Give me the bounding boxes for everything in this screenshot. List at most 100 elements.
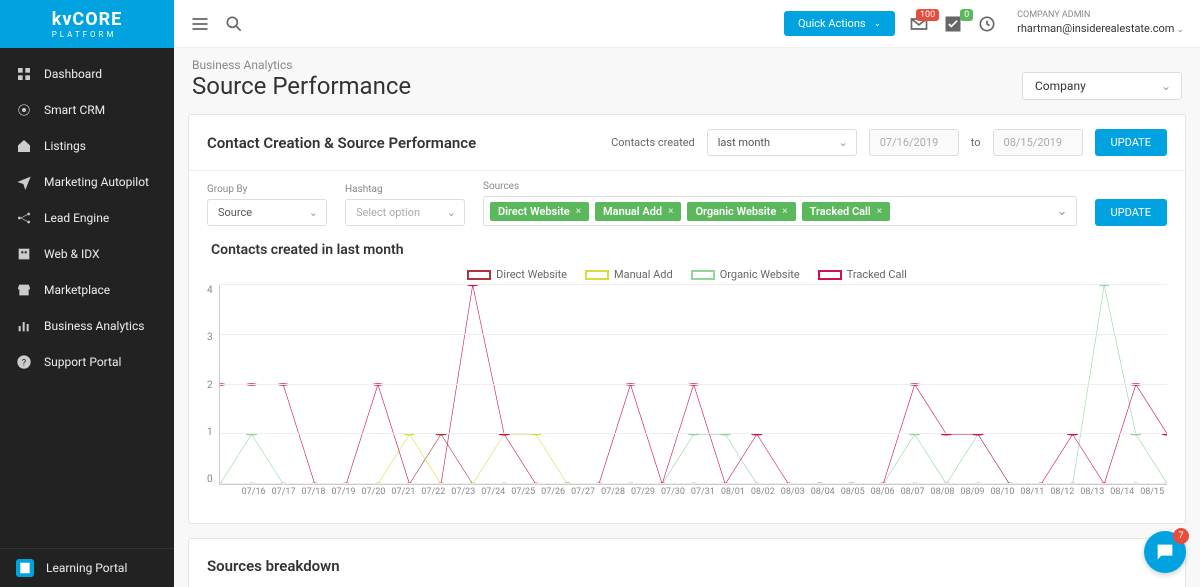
menu-icon[interactable] — [190, 14, 210, 34]
sidebar-item-business-analytics[interactable]: Business Analytics — [0, 308, 174, 344]
date-from[interactable]: 07/16/2019 — [869, 129, 959, 156]
sidebar-item-smart-crm[interactable]: Smart CRM — [0, 92, 174, 128]
quick-actions-label: Quick Actions — [798, 17, 866, 30]
page-title: Source Performance — [192, 72, 411, 100]
sidebar-item-label: Business Analytics — [44, 319, 144, 333]
x-tick: 07/19 — [328, 487, 358, 497]
sidebar-item-support-portal[interactable]: ? Support Portal — [0, 344, 174, 380]
x-tick: 08/12 — [1047, 487, 1077, 497]
x-tick: 08/08 — [928, 487, 958, 497]
company-select[interactable]: Company — [1022, 72, 1182, 100]
source-tag[interactable]: Organic Website× — [687, 202, 795, 221]
legend-item: Direct Website — [467, 268, 567, 281]
help-icon: ? — [16, 354, 32, 370]
source-tag[interactable]: Direct Website× — [490, 202, 589, 221]
hashtag-label: Hashtag — [345, 184, 465, 195]
company-select-label: Company — [1035, 79, 1086, 93]
sources-select[interactable]: Direct Website× Manual Add× Organic Websit… — [483, 196, 1077, 226]
y-tick: 4 — [207, 285, 213, 296]
x-tick: 08/13 — [1077, 487, 1107, 497]
card-title: Contact Creation & Source Performance — [207, 134, 599, 152]
svg-text:?: ? — [22, 357, 27, 368]
x-tick: 07/29 — [628, 487, 658, 497]
chat-button[interactable]: 7 — [1144, 531, 1186, 573]
x-tick: 07/22 — [418, 487, 448, 497]
chart-legend: Direct WebsiteManual AddOrganic WebsiteT… — [207, 268, 1167, 281]
topbar: Quick Actions ⌄ 100 0 Company Admin rhar… — [174, 0, 1200, 48]
send-icon — [16, 174, 32, 190]
store-icon — [16, 282, 32, 298]
date-sep: to — [971, 136, 981, 149]
source-performance-card: Contact Creation & Source Performance Co… — [188, 114, 1186, 524]
tag-remove-icon[interactable]: × — [668, 206, 673, 217]
sidebar-item-label: Listings — [44, 139, 86, 153]
source-tag[interactable]: Tracked Call× — [802, 202, 891, 221]
account-role: Company Admin — [1017, 10, 1184, 22]
sidebar-item-marketing-autopilot[interactable]: Marketing Autopilot — [0, 164, 174, 200]
update-button-top[interactable]: UPDATE — [1095, 129, 1167, 156]
chart-series — [220, 434, 1167, 484]
x-tick: 07/26 — [538, 487, 568, 497]
x-tick: 08/04 — [808, 487, 838, 497]
home-icon — [16, 138, 32, 154]
mail-indicator[interactable]: 100 — [909, 14, 929, 34]
sidebar: kvCORE PLATFORM Dashboard Smart CRM Listin… — [0, 0, 174, 587]
x-tick: 08/02 — [748, 487, 778, 497]
history-icon[interactable] — [977, 14, 997, 34]
quick-actions-button[interactable]: Quick Actions ⌄ — [784, 11, 895, 36]
sidebar-item-web-idx[interactable]: Web & IDX — [0, 236, 174, 272]
range-select[interactable]: last month — [707, 129, 857, 156]
sources-label: Sources — [483, 181, 1077, 192]
contacts-label: Contacts created — [611, 136, 695, 149]
account-email: rhartman@insiderealestate.com — [1017, 22, 1174, 35]
sidebar-item-label: Marketing Autopilot — [44, 175, 149, 189]
sidebar-item-dashboard[interactable]: Dashboard — [0, 56, 174, 92]
account-menu[interactable]: Company Admin rhartman@insiderealestate.… — [1017, 10, 1184, 36]
sidebar-item-label: Lead Engine — [44, 211, 109, 225]
sidebar-item-label: Web & IDX — [44, 247, 100, 261]
update-button-bottom[interactable]: UPDATE — [1095, 199, 1167, 226]
x-tick: 07/25 — [508, 487, 538, 497]
tasks-indicator[interactable]: 0 — [943, 14, 963, 34]
radar-icon — [16, 102, 32, 118]
grid-icon — [16, 66, 32, 82]
y-tick: 2 — [207, 380, 213, 391]
x-tick: 07/24 — [478, 487, 508, 497]
group-by-select[interactable]: Source — [207, 199, 327, 226]
legend-item: Manual Add — [585, 268, 673, 281]
sidebar-item-learning-portal[interactable]: Learning Portal — [0, 549, 174, 587]
tag-remove-icon[interactable]: × — [576, 206, 581, 217]
source-tag[interactable]: Manual Add× — [595, 202, 681, 221]
brand-name: kvCORE — [52, 9, 123, 30]
tag-remove-icon[interactable]: × — [782, 206, 787, 217]
x-tick: 07/21 — [388, 487, 418, 497]
sidebar-item-label: Smart CRM — [44, 103, 105, 117]
brand-sub: PLATFORM — [52, 30, 123, 39]
hashtag-select[interactable]: Select option — [345, 199, 465, 226]
sidebar-item-marketplace[interactable]: Marketplace — [0, 272, 174, 308]
tag-remove-icon[interactable]: × — [877, 206, 882, 217]
chevron-down-icon: ⌄ — [1176, 25, 1184, 35]
chevron-down-icon: ⌄ — [874, 19, 882, 29]
tasks-badge: 0 — [960, 9, 973, 21]
y-tick: 0 — [207, 474, 213, 485]
date-to[interactable]: 08/15/2019 — [993, 129, 1083, 156]
building-icon — [16, 246, 32, 262]
x-tick: 07/30 — [658, 487, 688, 497]
search-icon[interactable] — [224, 14, 244, 34]
x-tick: 08/10 — [987, 487, 1017, 497]
sidebar-item-listings[interactable]: Listings — [0, 128, 174, 164]
sidebar-item-label: Support Portal — [44, 355, 121, 369]
x-tick: 07/23 — [448, 487, 478, 497]
x-tick: 08/03 — [778, 487, 808, 497]
nav-footer: Learning Portal — [0, 548, 174, 587]
x-tick: 07/16 — [239, 487, 269, 497]
page-header: Business Analytics Source Performance Co… — [174, 48, 1200, 114]
x-tick: 08/01 — [718, 487, 748, 497]
breakdown-title: Sources breakdown — [189, 539, 1185, 587]
sidebar-item-label: Learning Portal — [46, 561, 127, 575]
sidebar-item-lead-engine[interactable]: Lead Engine — [0, 200, 174, 236]
brand-logo[interactable]: kvCORE PLATFORM — [0, 0, 174, 48]
x-tick: 08/11 — [1017, 487, 1047, 497]
x-tick: 08/14 — [1107, 487, 1137, 497]
